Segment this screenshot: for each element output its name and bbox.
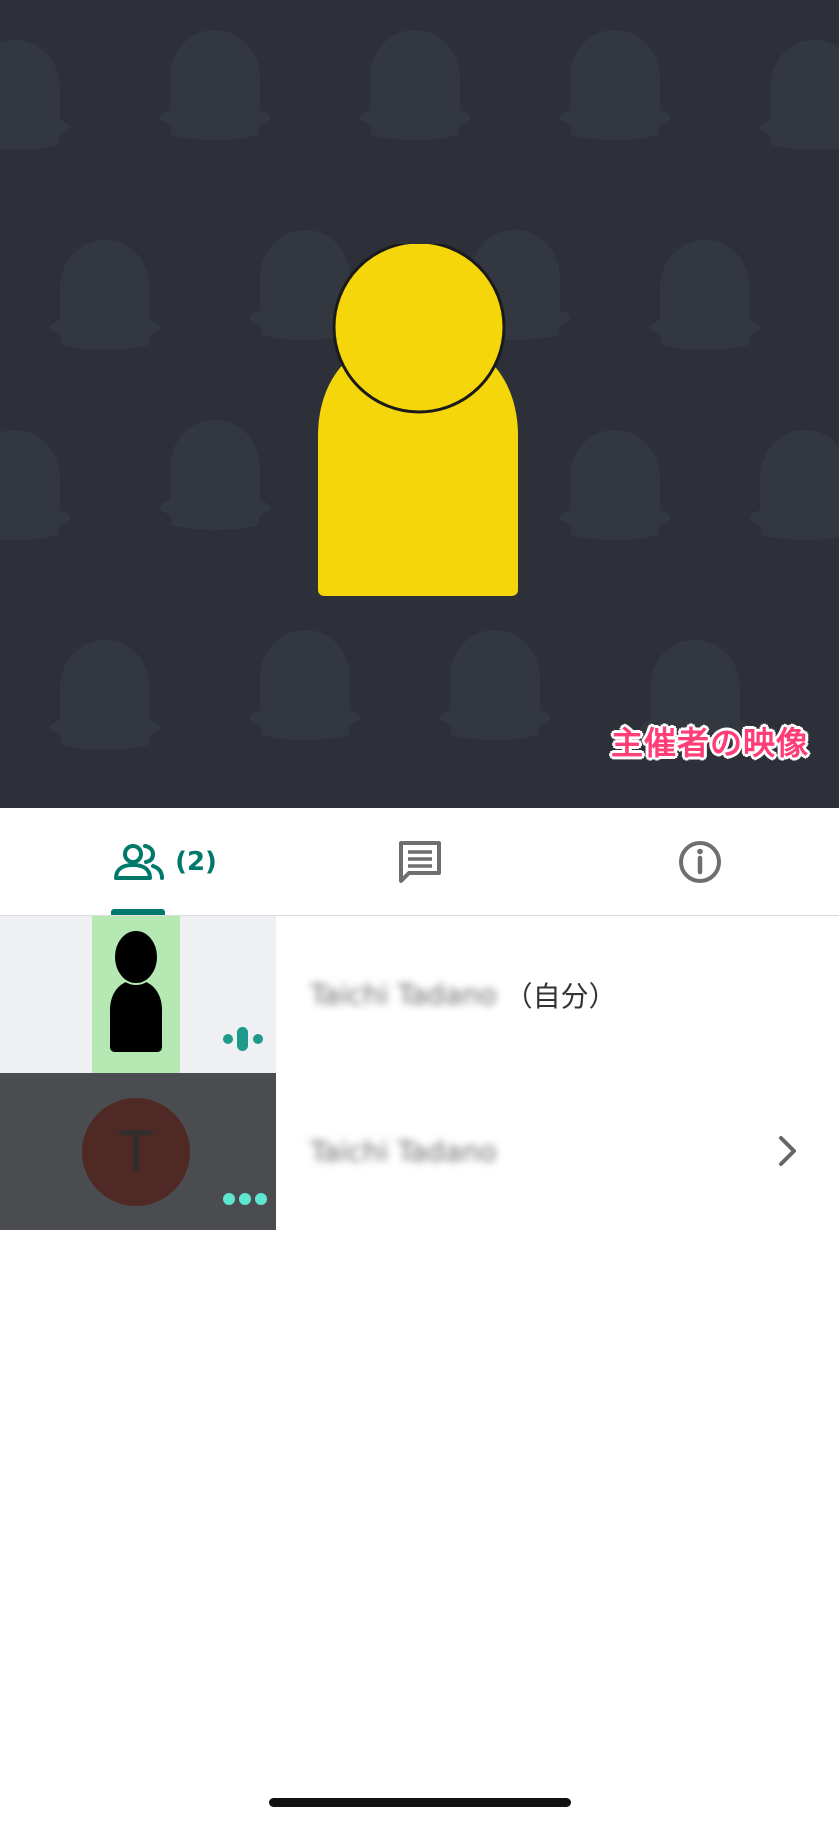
self-avatar-icon	[110, 930, 162, 1052]
participant-name-text: Taichi Tadano	[310, 978, 497, 1011]
participant-thumbnail	[0, 916, 276, 1073]
tab-participants[interactable]: (2)	[90, 808, 240, 915]
chat-icon	[399, 840, 441, 883]
tab-chat[interactable]	[380, 808, 460, 915]
chevron-right-icon[interactable]	[776, 1133, 800, 1169]
participant-row-self[interactable]: Taichi Tadano （自分）	[0, 916, 839, 1073]
participant-count: (2)	[175, 846, 217, 877]
host-video-caption: 主催者の映像	[610, 724, 809, 762]
home-indicator[interactable]	[269, 1798, 571, 1807]
tab-info[interactable]	[660, 808, 740, 915]
self-label: （自分）	[504, 979, 617, 1013]
host-avatar-icon	[318, 244, 518, 596]
audio-level-icon	[223, 1027, 263, 1051]
participant-thumbnail: T	[0, 1073, 276, 1230]
avatar: T	[82, 1098, 190, 1206]
participant-name: Taichi Tadano （自分）	[310, 916, 617, 1073]
more-dots-icon	[223, 1193, 267, 1205]
info-icon	[679, 840, 721, 883]
active-tab-indicator	[111, 909, 165, 915]
participant-name-text: Taichi Tadano	[310, 1135, 497, 1168]
host-video[interactable]: 主催者の映像	[0, 0, 839, 808]
tab-bar: (2)	[0, 808, 839, 916]
people-icon	[114, 843, 165, 880]
participant-name: Taichi Tadano	[310, 1073, 497, 1230]
participant-row[interactable]: T Taichi Tadano	[0, 1073, 839, 1230]
